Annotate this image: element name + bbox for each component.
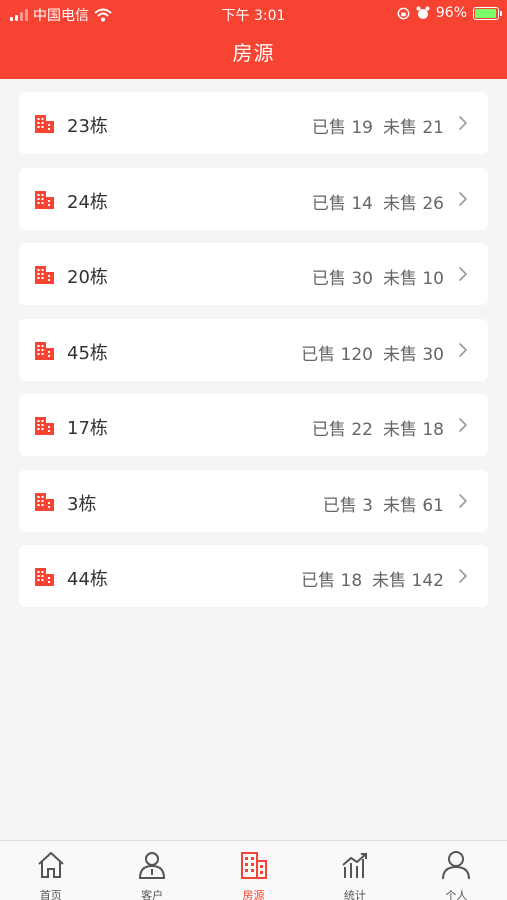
sales-stats: 已售 30 未售 10	[312, 264, 444, 289]
battery-icon	[473, 6, 502, 20]
building-name: 17栋	[67, 418, 108, 439]
person-icon	[440, 849, 472, 885]
tab-listings[interactable]: 房源	[203, 841, 304, 900]
unsold-count: 61	[422, 495, 444, 516]
tab-customers[interactable]: 客户	[101, 841, 202, 900]
rotation-lock-icon	[397, 7, 410, 19]
building-card[interactable]: 23栋 已售 19 未售 21	[19, 92, 488, 154]
sold-count: 14	[351, 193, 373, 214]
customer-icon	[136, 849, 168, 885]
home-icon	[35, 849, 67, 885]
page-title: 房源	[232, 41, 275, 65]
unsold-label: 未售	[382, 420, 417, 440]
sold-label: 已售	[301, 571, 336, 591]
unsold-count: 21	[422, 118, 444, 138]
tab-statistics[interactable]: 统计	[304, 841, 405, 900]
building-card[interactable]: 20栋 已售 30 未售 10	[19, 243, 488, 305]
alarm-icon	[416, 6, 430, 19]
sold-count: 120	[340, 344, 373, 365]
sold-count: 30	[351, 269, 373, 289]
tab-label: 统计	[343, 889, 366, 900]
tab-bar: 首页 客户 房源 统计 个人	[0, 840, 507, 900]
building-name: 24栋	[67, 191, 108, 213]
unsold-count: 142	[411, 571, 444, 591]
sold-label: 已售	[311, 420, 346, 440]
sales-stats: 已售 120 未售 30	[301, 340, 444, 365]
status-bar: 中国电信 下午 3:01 96%	[0, 0, 507, 28]
building-icon	[238, 849, 270, 885]
unsold-label: 未售	[372, 571, 407, 591]
building-name: 20栋	[67, 267, 108, 288]
building-icon	[33, 112, 55, 134]
sales-stats: 已售 19 未售 21	[312, 113, 444, 138]
chevron-right-icon	[458, 417, 468, 433]
tab-label: 个人	[445, 889, 468, 900]
unsold-label: 未售	[382, 495, 417, 516]
building-icon	[33, 414, 55, 436]
sold-label: 已售	[311, 269, 346, 289]
tab-label: 房源	[242, 889, 265, 900]
unsold-count: 30	[422, 344, 444, 365]
building-name: 3栋	[67, 493, 97, 515]
chevron-right-icon	[458, 568, 468, 584]
chevron-right-icon	[458, 266, 468, 282]
building-card[interactable]: 24栋 已售 14 未售 26	[19, 167, 488, 230]
building-card[interactable]: 3栋 已售 3 未售 61	[19, 469, 488, 532]
tab-home[interactable]: 首页	[0, 841, 101, 900]
building-card[interactable]: 17栋 已售 22 未售 18	[19, 394, 488, 456]
unsold-label: 未售	[382, 344, 417, 365]
sales-stats: 已售 18 未售 142	[301, 566, 444, 591]
unsold-label: 未售	[382, 118, 417, 138]
building-name: 23栋	[67, 116, 108, 137]
sold-label: 已售	[301, 344, 336, 365]
chevron-right-icon	[458, 493, 468, 509]
building-name: 45栋	[67, 342, 108, 364]
building-name: 44栋	[67, 569, 108, 590]
sales-stats: 已售 3 未售 61	[323, 491, 444, 516]
building-card[interactable]: 45栋 已售 120 未售 30	[19, 318, 488, 381]
unsold-count: 10	[422, 269, 444, 289]
sales-stats: 已售 14 未售 26	[312, 189, 444, 214]
building-list: 23栋 已售 19 未售 21 24栋 已售 14 未售 26 20栋 已售 30 未售 10 4…	[19, 92, 488, 621]
unsold-label: 未售	[382, 193, 417, 214]
tab-label: 首页	[39, 889, 62, 900]
sold-label: 已售	[311, 118, 346, 138]
chevron-right-icon	[458, 115, 468, 131]
sold-label: 已售	[311, 193, 346, 214]
unsold-label: 未售	[382, 269, 417, 289]
sold-count: 18	[340, 571, 363, 591]
tab-label: 客户	[141, 889, 164, 900]
header: 中国电信 下午 3:01 96% 房源	[0, 0, 507, 79]
chevron-right-icon	[458, 191, 468, 207]
stats-icon	[339, 849, 371, 885]
building-icon	[33, 263, 55, 285]
unsold-count: 26	[422, 193, 444, 214]
unsold-count: 18	[422, 420, 444, 440]
sales-stats: 已售 22 未售 18	[312, 415, 444, 440]
sold-count: 22	[351, 420, 373, 440]
battery-percent: 96%	[435, 5, 467, 21]
building-icon	[33, 188, 55, 210]
building-icon	[33, 490, 55, 512]
chevron-right-icon	[458, 342, 468, 358]
sold-count: 19	[351, 118, 373, 138]
building-card[interactable]: 44栋 已售 18 未售 142	[19, 545, 488, 607]
sold-count: 3	[362, 495, 373, 516]
sold-label: 已售	[322, 495, 357, 516]
building-icon	[33, 565, 55, 587]
tab-profile[interactable]: 个人	[406, 841, 507, 900]
building-icon	[33, 339, 55, 361]
